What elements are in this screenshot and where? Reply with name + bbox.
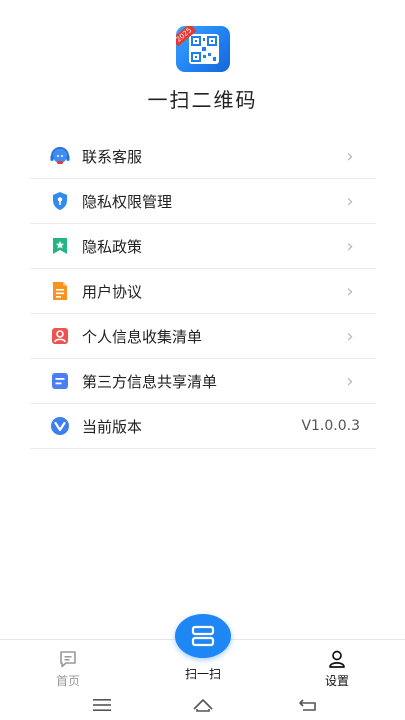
person-icon (326, 648, 348, 670)
version-v-icon (49, 415, 71, 437)
app-title: 一扫二维码 (147, 88, 258, 112)
home-nav-icon[interactable] (191, 695, 215, 715)
menu-item-label: 用户协议 (82, 282, 143, 301)
tab-home-label: 首页 (55, 674, 80, 688)
app-logo: 2025 (176, 26, 230, 72)
menu-item-privacy-policy[interactable]: 隐私政策 › (30, 224, 376, 269)
menu-item-label: 隐私权限管理 (82, 192, 173, 211)
qr-code-icon (189, 34, 219, 64)
menu-item-label: 个人信息收集清单 (82, 327, 203, 346)
system-navigation-bar (0, 689, 405, 720)
menu-item-label: 联系客服 (82, 147, 143, 166)
settings-menu: 联系客服 › 隐私权限管理 › 隐私政策 › 用户协议 › 个人信息收集清单 ›… (30, 134, 376, 449)
menu-lines-icon[interactable] (90, 695, 114, 715)
document-icon (49, 280, 71, 302)
home-message-icon (57, 648, 79, 670)
menu-item-user-agreement[interactable]: 用户协议 › (30, 269, 376, 314)
chevron-right-icon: › (346, 370, 354, 392)
chevron-right-icon: › (346, 325, 354, 347)
bookmark-star-icon (49, 235, 71, 257)
back-nav-icon[interactable] (296, 695, 320, 715)
tab-settings-label: 设置 (324, 674, 349, 688)
chevron-right-icon: › (346, 235, 354, 257)
tab-settings[interactable]: 设置 (297, 640, 377, 690)
menu-item-third-party-sharing-list[interactable]: 第三方信息共享清单 › (30, 359, 376, 404)
menu-item-personal-info-list[interactable]: 个人信息收集清单 › (30, 314, 376, 359)
scan-button[interactable] (175, 614, 231, 658)
chevron-right-icon: › (346, 145, 354, 167)
menu-item-label: 当前版本 (82, 417, 143, 436)
scan-icon (191, 625, 215, 647)
menu-item-contact-service[interactable]: 联系客服 › (30, 134, 376, 179)
shield-icon (49, 190, 71, 212)
scan-tab-label[interactable]: 扫一扫 (163, 665, 243, 682)
list-doc-icon (49, 370, 71, 392)
chevron-right-icon: › (346, 280, 354, 302)
tab-home[interactable]: 首页 (28, 640, 108, 690)
headset-icon (49, 145, 71, 167)
person-card-icon (49, 325, 71, 347)
menu-item-label: 第三方信息共享清单 (82, 372, 218, 391)
menu-item-privacy-permissions[interactable]: 隐私权限管理 › (30, 179, 376, 224)
menu-item-label: 隐私政策 (82, 237, 143, 256)
menu-item-current-version[interactable]: 当前版本 V1.0.0.3 (30, 404, 376, 449)
chevron-right-icon: › (346, 190, 354, 212)
app-header: 2025 一扫二维码 (0, 0, 405, 130)
version-value: V1.0.0.3 (301, 418, 360, 434)
